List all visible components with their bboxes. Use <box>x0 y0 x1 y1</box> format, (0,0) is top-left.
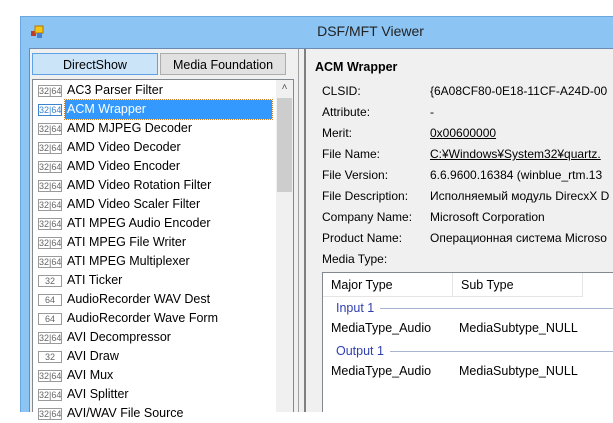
filter-list-item[interactable]: 32|64 AMD Video Encoder <box>33 157 276 176</box>
list-scrollbar[interactable]: ˄ <box>276 80 293 412</box>
filter-list-item[interactable]: 32|64 AMD MJPEG Decoder <box>33 119 276 138</box>
bitness-badge: 32|64 <box>38 388 62 401</box>
filter-list-item[interactable]: 32|64 AVI Decompressor <box>33 328 276 347</box>
filter-list-item[interactable]: 32|64 AVI/WAV File Source <box>33 404 276 423</box>
filter-list-item[interactable]: 64 AudioRecorder WAV Dest <box>33 290 276 309</box>
column-sub-type[interactable]: Sub Type <box>453 273 583 297</box>
filter-name: AMD Video Rotation Filter <box>67 178 212 192</box>
tab-directshow[interactable]: DirectShow <box>32 53 158 75</box>
bitness-badge: 32 <box>38 274 62 287</box>
filter-list-item[interactable]: 32|64 AVI Mux <box>33 366 276 385</box>
property-link[interactable]: C:¥Windows¥System32¥quartz. <box>430 147 601 161</box>
property-value: 6.6.9600.16384 (winblue_rtm.13 <box>430 168 603 182</box>
filter-list-item[interactable]: 32|64 AVI Splitter <box>33 385 276 404</box>
filter-name: AudioRecorder Wave Form <box>67 311 218 325</box>
group-input-1: Input 1 <box>336 300 613 316</box>
filter-name: AVI Decompressor <box>67 330 171 344</box>
details-title: ACM Wrapper <box>315 60 398 74</box>
filter-list-item[interactable]: 32 ATI Ticker <box>33 271 276 290</box>
filter-name: AVI Draw <box>67 349 119 363</box>
bitness-badge: 32|64 <box>38 122 62 135</box>
scroll-thumb[interactable] <box>277 98 292 192</box>
bitness-badge: 32|64 <box>38 84 62 97</box>
filter-list-item[interactable]: 32|64 AC3 Parser Filter <box>33 81 276 100</box>
filter-name: ATI Ticker <box>67 273 123 287</box>
filter-name: ACM Wrapper <box>64 99 273 120</box>
property-label: File Description: <box>322 189 409 203</box>
splitter[interactable] <box>298 49 306 412</box>
property-label: Product Name: <box>322 231 403 245</box>
bitness-badge: 32|64 <box>38 236 62 249</box>
filter-name: ATI MPEG Multiplexer <box>67 254 190 268</box>
media-type-table: Major Type Sub Type Input 1 MediaType_Au… <box>322 272 613 412</box>
property-label: File Name: <box>322 147 381 161</box>
property-value: {6A08CF80-0E18-11CF-A24D-00 <box>430 84 608 98</box>
property-label: Company Name: <box>322 210 413 224</box>
bitness-badge: 32|64 <box>38 217 62 230</box>
bitness-badge: 64 <box>38 293 62 306</box>
filter-name: AudioRecorder WAV Dest <box>67 292 211 306</box>
group-label: Output 1 <box>336 344 384 358</box>
app-icon <box>31 25 44 38</box>
bitness-badge: 32|64 <box>38 160 62 173</box>
filter-name: AMD Video Decoder <box>67 140 181 154</box>
cell-sub-type: MediaSubtype_NULL <box>459 321 578 335</box>
filter-name: ATI MPEG Audio Encoder <box>67 216 211 230</box>
scroll-up-icon[interactable]: ˄ <box>276 82 293 93</box>
filter-list-item[interactable]: 32 AVI Draw <box>33 347 276 366</box>
group-label: Input 1 <box>336 301 375 315</box>
bitness-badge: 32|64 <box>38 407 62 420</box>
filter-list[interactable]: 32|64 AVI/WAV File Source 32|64 AVI Splitte… <box>32 79 294 420</box>
bitness-badge: 32|64 <box>38 331 62 344</box>
cell-major-type: MediaType_Audio <box>331 364 432 378</box>
bitness-badge: 32 <box>38 350 62 363</box>
bitness-badge: 64 <box>38 312 62 325</box>
filter-list-item[interactable]: 64 AudioRecorder Wave Form <box>33 309 276 328</box>
app-window: DSF/MFT Viewer DirectShow Media Foundati… <box>20 16 613 420</box>
property-label: Attribute: <box>322 105 371 119</box>
property-label: File Version: <box>322 168 389 182</box>
filter-list-item[interactable]: 32|64 ATI MPEG File Writer <box>33 233 276 252</box>
filter-list-item[interactable]: 32|64 ATI MPEG Multiplexer <box>33 252 276 271</box>
filter-name: ATI MPEG File Writer <box>67 235 186 249</box>
property-label: CLSID: <box>322 84 361 98</box>
filter-name: AVI Mux <box>67 368 114 382</box>
bitness-badge: 32|64 <box>38 369 62 382</box>
details-panel: ACM Wrapper Major Type Sub Type Input 1 … <box>310 49 613 412</box>
cell-sub-type: MediaSubtype_NULL <box>459 364 578 378</box>
column-major-type[interactable]: Major Type <box>323 273 453 297</box>
bitness-badge: 32|64 <box>38 255 62 268</box>
filter-list-item[interactable]: 32|64 AMD Video Rotation Filter <box>33 176 276 195</box>
property-label: Media Type: <box>322 252 388 266</box>
bitness-badge: 32|64 <box>38 141 62 154</box>
filter-name: AMD MJPEG Decoder <box>67 121 193 135</box>
property-value: Microsoft Corporation <box>430 210 545 224</box>
window-title: DSF/MFT Viewer <box>317 23 424 39</box>
filter-list-item[interactable]: 32|64 ATI MPEG Audio Encoder <box>33 214 276 233</box>
tab-media-foundation[interactable]: Media Foundation <box>160 53 286 75</box>
filter-list-item[interactable]: 32|64 ACM Wrapper <box>33 99 276 120</box>
filter-name: AVI/WAV File Source <box>67 406 184 420</box>
bitness-badge: 32|64 <box>38 198 62 211</box>
client-area: DirectShow Media Foundation 32|64 AVI/WAV… <box>29 48 613 420</box>
filter-list-item[interactable]: 32|64 AMD Video Decoder <box>33 138 276 157</box>
property-value: Операционная система Microso <box>430 231 607 245</box>
filter-name: AC3 Parser Filter <box>67 83 163 97</box>
filter-name: AMD Video Encoder <box>67 159 181 173</box>
group-output-1: Output 1 <box>336 343 613 359</box>
bitness-badge: 32|64 <box>38 103 62 116</box>
bitness-badge: 32|64 <box>38 179 62 192</box>
property-value: Исполняемый модуль DirecxX D <box>430 189 610 203</box>
property-link[interactable]: 0x00600000 <box>430 126 496 140</box>
filter-list-item[interactable]: 32|64 AMD Video Scaler Filter <box>33 195 276 214</box>
cell-major-type: MediaType_Audio <box>331 321 432 335</box>
filter-name: AVI Splitter <box>67 387 129 401</box>
property-value: - <box>430 105 434 119</box>
property-label: Merit: <box>322 126 352 140</box>
filter-name: AMD Video Scaler Filter <box>67 197 201 211</box>
